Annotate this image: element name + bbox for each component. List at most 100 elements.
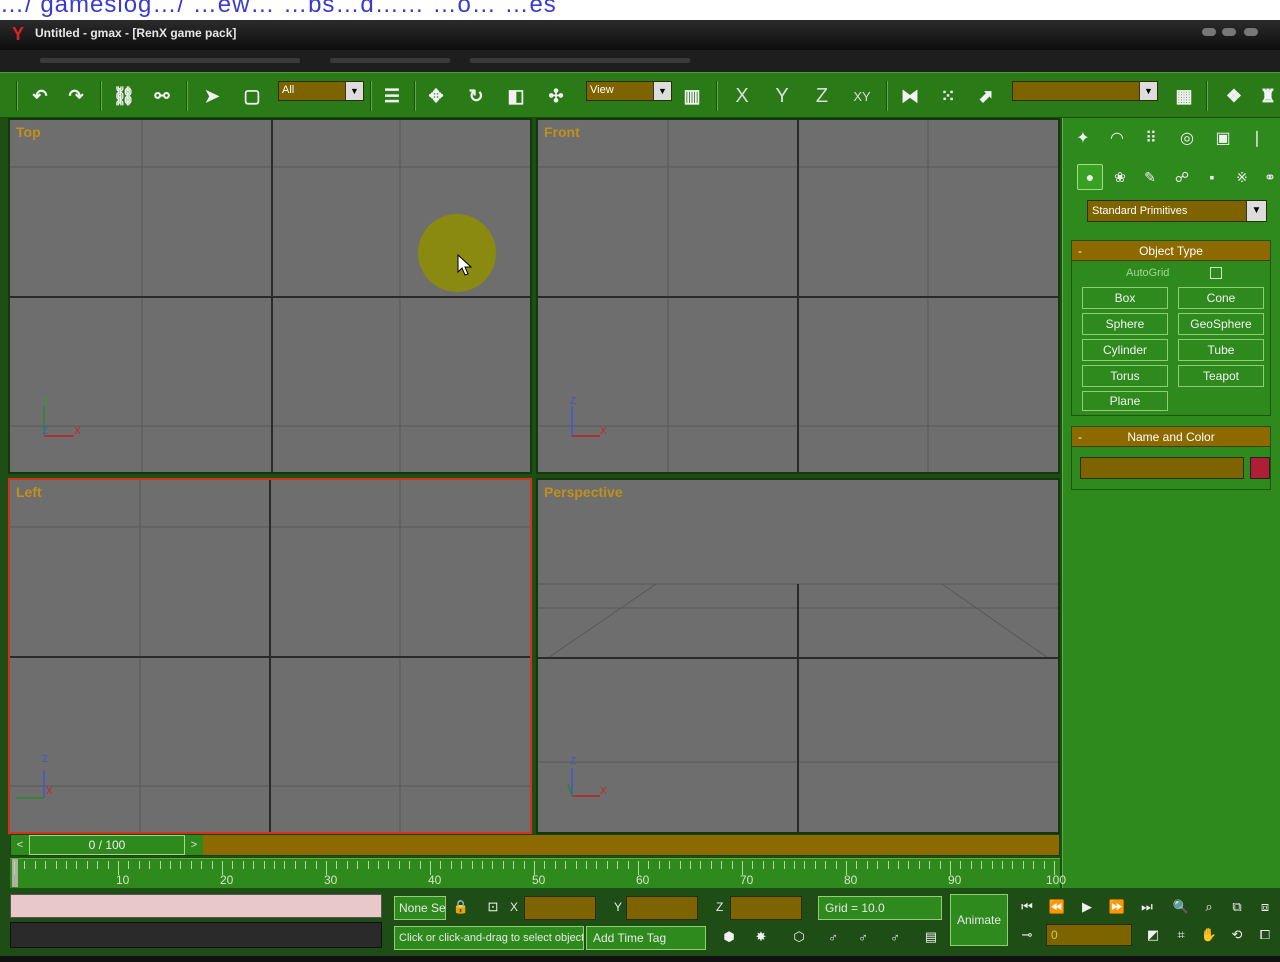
object-type-header[interactable]: - Object Type [1072, 241, 1270, 261]
unlink-icon[interactable]: ⚯ [150, 84, 174, 108]
axis-z-button[interactable]: Z [810, 84, 834, 108]
viewport-label[interactable]: Perspective [544, 484, 623, 500]
min-max-toggle-icon[interactable]: ⧠ [1254, 924, 1276, 946]
add-time-tag-button[interactable]: Add Time Tag [586, 926, 706, 950]
track-bar[interactable]: 10 20 30 40 50 60 70 80 90 100 [10, 858, 1066, 888]
zoom-icon[interactable]: 🔍 [1170, 896, 1192, 918]
minimize-button[interactable] [1202, 28, 1216, 36]
play-icon[interactable]: ▶ [1076, 896, 1098, 918]
undo-icon[interactable]: ↶ [28, 84, 52, 108]
scale-icon[interactable]: ◧ [504, 84, 528, 108]
prev-frame-button[interactable]: < [11, 835, 29, 855]
sphere-button[interactable]: Sphere [1082, 313, 1168, 335]
region-zoom-icon[interactable]: ⌗ [1170, 924, 1192, 946]
goto-end-icon[interactable]: ⏭ [1136, 896, 1158, 918]
spinner-snap-icon[interactable]: ♂ [852, 926, 874, 948]
key-mode-icon[interactable]: ⊸ [1016, 924, 1038, 946]
space-warps-icon[interactable]: ※ [1229, 164, 1255, 190]
time-slider-thumb[interactable]: 0 / 100 [29, 835, 185, 855]
array-icon[interactable]: ⁙ [936, 84, 960, 108]
material-editor-icon[interactable]: ❖ [1222, 84, 1246, 108]
utilities-tab-icon[interactable]: ❘ [1243, 124, 1271, 152]
maximize-button[interactable] [1222, 28, 1236, 36]
tube-button[interactable]: Tube [1178, 339, 1264, 361]
motion-tab-icon[interactable]: ◎ [1173, 124, 1201, 152]
lock-icon[interactable]: 🔒 [450, 896, 472, 918]
create-tab-icon[interactable]: ✦ [1069, 124, 1097, 152]
axis-xy-button[interactable]: XY [850, 84, 874, 108]
mirror-icon[interactable]: ⧓ [898, 84, 922, 108]
axis-x-button[interactable]: X [730, 84, 754, 108]
pivot-center-icon[interactable]: ▥ [680, 84, 704, 108]
shapes-icon[interactable]: ❀ [1107, 164, 1133, 190]
align-icon[interactable]: ⬈ [974, 84, 998, 108]
viewport-front[interactable]: Front Z X [536, 118, 1060, 474]
next-key-icon[interactable]: ⏩ [1106, 896, 1128, 918]
cylinder-button[interactable]: Cylinder [1082, 339, 1168, 361]
viewport-perspective[interactable]: Perspective Z X [536, 478, 1060, 834]
hierarchy-tab-icon[interactable]: ⠿ [1137, 124, 1165, 152]
current-frame-field[interactable]: 0 [1046, 924, 1132, 946]
region-select-icon[interactable]: ▢ [240, 84, 264, 108]
viewport-label[interactable]: Left [16, 484, 42, 500]
modify-tab-icon[interactable]: ◠ [1103, 124, 1131, 152]
helpers-icon[interactable]: ▪ [1199, 164, 1225, 190]
viewport-top[interactable]: Top Y Z X [8, 118, 532, 474]
next-frame-button[interactable]: > [185, 835, 203, 855]
teapot-button[interactable]: Teapot [1178, 365, 1264, 387]
axis-y-button[interactable]: Y [770, 84, 794, 108]
window-crossing-icon[interactable]: ▤ [920, 926, 942, 948]
field-of-view-icon[interactable]: ◩ [1142, 924, 1164, 946]
snap-toggle-icon[interactable]: ✸ [750, 926, 772, 948]
edit-named-selection-icon[interactable]: ♂ [884, 926, 906, 948]
x-coordinate-field[interactable] [524, 896, 596, 920]
render-icon[interactable]: ♜ [1256, 84, 1280, 108]
systems-icon[interactable]: ⚭ [1257, 164, 1280, 190]
prev-key-icon[interactable]: ⏪ [1046, 896, 1068, 918]
plane-button[interactable]: Plane [1082, 391, 1168, 411]
angle-snap-icon[interactable]: ⬡ [788, 926, 810, 948]
maxscript-listener[interactable] [10, 894, 382, 918]
rotate-icon[interactable]: ↻ [464, 84, 488, 108]
geometry-icon[interactable]: ● [1077, 164, 1103, 190]
z-coordinate-field[interactable] [730, 896, 802, 920]
zoom-all-icon[interactable]: ⌕ [1198, 896, 1220, 918]
select-by-name-icon[interactable]: ☰ [380, 84, 404, 108]
selection-filter-dropdown[interactable]: All ▼ [278, 81, 364, 101]
lights-icon[interactable]: ✎ [1137, 164, 1163, 190]
percent-snap-icon[interactable]: ♂ [822, 926, 844, 948]
cone-button[interactable]: Cone [1178, 287, 1264, 309]
zoom-extents-icon[interactable]: ⧉ [1226, 896, 1248, 918]
zoom-extents-all-icon[interactable]: ⧈ [1254, 896, 1276, 918]
object-color-swatch[interactable] [1250, 457, 1270, 479]
display-tab-icon[interactable]: ▣ [1209, 124, 1237, 152]
pan-icon[interactable]: ✋ [1198, 924, 1220, 946]
geosphere-button[interactable]: GeoSphere [1178, 313, 1264, 335]
close-button[interactable] [1244, 28, 1258, 36]
goto-start-icon[interactable]: ⏮ [1016, 896, 1038, 918]
link-icon[interactable]: ⛓ [112, 84, 136, 108]
category-dropdown[interactable]: Standard Primitives ▼ [1087, 200, 1267, 222]
absolute-mode-icon[interactable]: ⊡ [482, 896, 504, 918]
viewport-label[interactable]: Front [544, 124, 580, 140]
box-button[interactable]: Box [1082, 287, 1168, 309]
viewport-left[interactable]: Left Z X [8, 478, 532, 834]
autogrid-checkbox[interactable] [1210, 267, 1222, 279]
reference-coord-dropdown[interactable]: View ▼ [586, 81, 672, 101]
degradation-override-icon[interactable]: ⬢ [718, 926, 740, 948]
select-arrow-icon[interactable]: ➤ [200, 84, 224, 108]
time-slider[interactable]: < 0 / 100 > [10, 834, 1060, 856]
torus-button[interactable]: Torus [1082, 365, 1168, 387]
cameras-icon[interactable]: ☍ [1169, 164, 1195, 190]
animate-button[interactable]: Animate [950, 894, 1008, 946]
viewport-label[interactable]: Top [16, 124, 41, 140]
named-selection-dropdown[interactable]: ▼ [1012, 81, 1158, 101]
arc-rotate-icon[interactable]: ⟲ [1226, 924, 1248, 946]
layers-icon[interactable]: ▦ [1172, 84, 1196, 108]
name-color-header[interactable]: - Name and Color [1072, 427, 1270, 447]
manipulate-icon[interactable]: ✣ [544, 84, 568, 108]
object-name-field[interactable] [1080, 457, 1244, 479]
move-icon[interactable]: ✥ [424, 84, 448, 108]
redo-icon[interactable]: ↷ [64, 84, 88, 108]
y-coordinate-field[interactable] [626, 896, 698, 920]
